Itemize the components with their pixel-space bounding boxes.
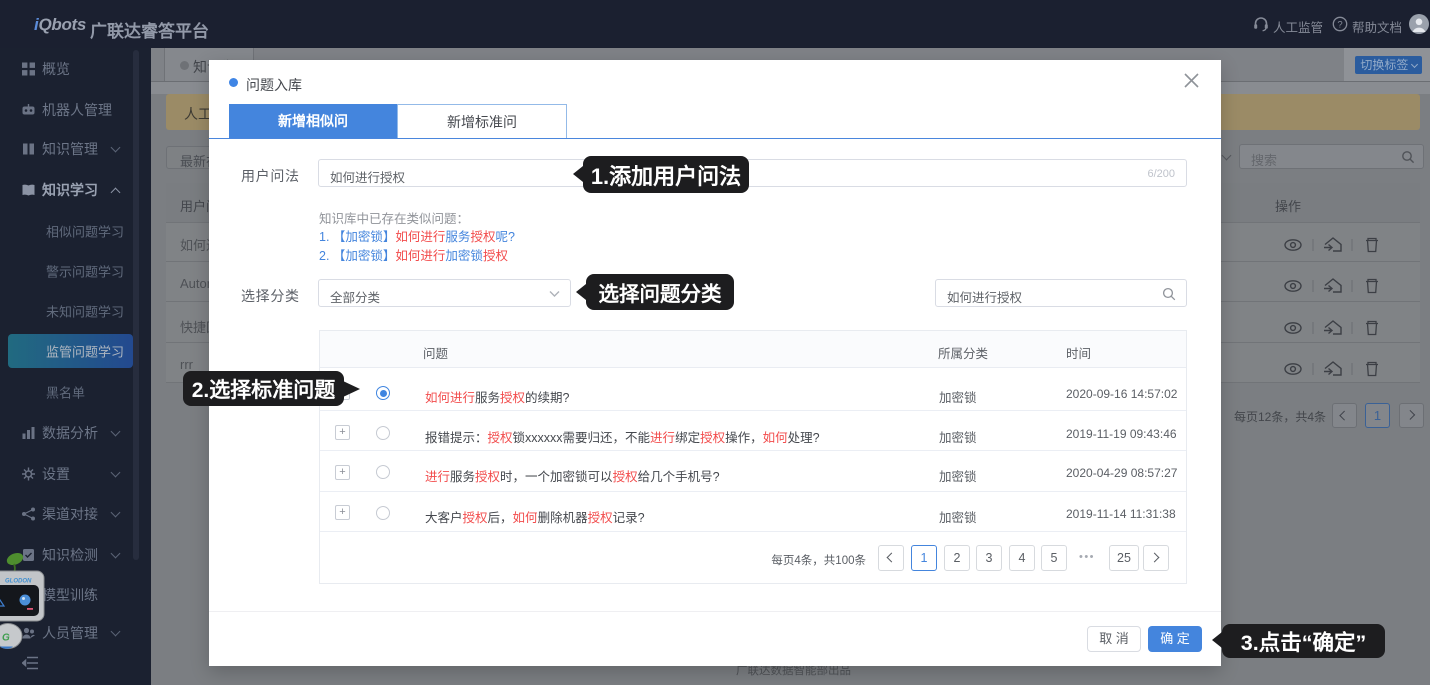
svg-text:G: G (2, 633, 10, 644)
svg-text:GLODON: GLODON (5, 579, 32, 585)
svg-text:?: ? (1337, 19, 1342, 30)
